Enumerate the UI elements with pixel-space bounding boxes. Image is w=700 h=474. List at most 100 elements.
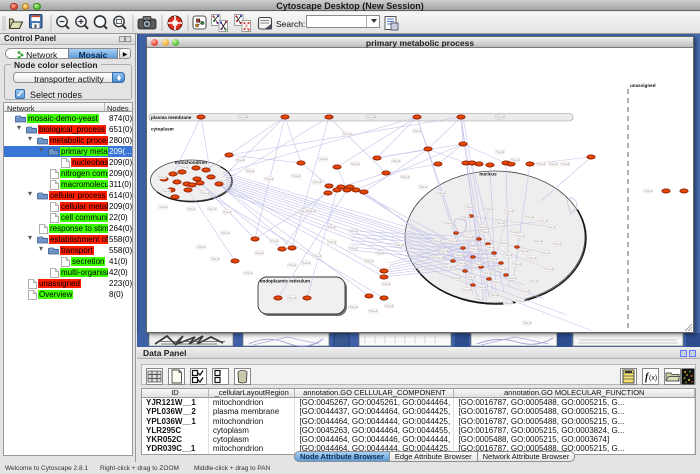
svg-text:Yxx-d: Yxx-d: [437, 191, 445, 195]
svg-text:Yxx-d: Yxx-d: [490, 293, 498, 297]
svg-text:Yxx-d: Yxx-d: [265, 177, 273, 181]
svg-text:Yxx-d: Yxx-d: [343, 132, 351, 136]
svg-text:Yxx-d: Yxx-d: [520, 249, 528, 253]
svg-text:Yxx-d: Yxx-d: [461, 215, 469, 219]
svg-text:Yxx-d: Yxx-d: [328, 240, 336, 244]
svg-text:Yxx-d: Yxx-d: [385, 304, 393, 308]
svg-text:Yxx-d: Yxx-d: [221, 231, 229, 235]
svg-text:Yxx-d: Yxx-d: [349, 229, 357, 233]
svg-text:Yxx-d: Yxx-d: [395, 243, 403, 247]
svg-text:Yxx-d: Yxx-d: [493, 280, 501, 284]
svg-text:Yxx-d: Yxx-d: [547, 225, 555, 229]
svg-text:Yxx-d: Yxx-d: [505, 209, 513, 213]
svg-text:Yxx-d: Yxx-d: [211, 257, 219, 261]
svg-text:endoplasmic reticulum: endoplasmic reticulum: [260, 279, 310, 284]
svg-text:Yxx-d: Yxx-d: [162, 189, 170, 193]
svg-text:Yxx-d: Yxx-d: [401, 175, 409, 179]
svg-text:Yxx-d: Yxx-d: [478, 225, 486, 229]
svg-text:Yxx-d: Yxx-d: [288, 263, 296, 267]
svg-text:Yxx-d: Yxx-d: [208, 207, 216, 211]
svg-text:Yxx-d: Yxx-d: [496, 150, 504, 154]
svg-text:Yxx-d: Yxx-d: [365, 259, 373, 263]
svg-text:Yxx-d: Yxx-d: [465, 235, 473, 239]
svg-text:Yxx-d: Yxx-d: [455, 253, 463, 257]
svg-text:Yxx-d: Yxx-d: [504, 253, 512, 257]
svg-text:Yxx-d: Yxx-d: [489, 257, 497, 261]
svg-text:Yxx-d: Yxx-d: [292, 174, 300, 178]
svg-text:Yxx-d: Yxx-d: [244, 271, 252, 275]
svg-text:Yxx-d: Yxx-d: [516, 299, 524, 303]
svg-text:Yxx-d: Yxx-d: [561, 162, 569, 166]
svg-text:Yxx-d: Yxx-d: [508, 276, 516, 280]
svg-text:Yxx-d: Yxx-d: [530, 279, 538, 283]
svg-text:Yxx-d: Yxx-d: [349, 305, 357, 309]
svg-text:Yxx-d: Yxx-d: [369, 309, 377, 313]
svg-text:Yxx-d: Yxx-d: [288, 296, 296, 300]
svg-text:Yxx-d: Yxx-d: [327, 225, 335, 229]
svg-text:Yxx-d: Yxx-d: [498, 267, 506, 271]
svg-text:Yxx-d: Yxx-d: [478, 285, 486, 289]
svg-text:Yxx-d: Yxx-d: [187, 207, 195, 211]
svg-text:Yxx-d: Yxx-d: [545, 267, 553, 271]
svg-text:Yxx-d: Yxx-d: [513, 262, 521, 266]
svg-text:Yxx-d: Yxx-d: [553, 242, 561, 246]
svg-text:Yxx-d: Yxx-d: [496, 115, 504, 119]
svg-text:Yxx-d: Yxx-d: [500, 241, 508, 245]
svg-text:Yxx-d: Yxx-d: [452, 276, 460, 280]
svg-text:nucleus: nucleus: [479, 172, 497, 177]
svg-text:Yxx-d: Yxx-d: [475, 297, 483, 301]
svg-text:Yxx-d: Yxx-d: [440, 249, 448, 253]
svg-text:Yxx-d: Yxx-d: [443, 265, 451, 269]
svg-text:cytoplasm: cytoplasm: [151, 127, 174, 132]
svg-text:Yxx-d: Yxx-d: [180, 165, 188, 169]
svg-text:Yxx-d: Yxx-d: [367, 115, 375, 119]
svg-text:Yxx-d: Yxx-d: [413, 129, 421, 133]
svg-text:Yxx-d: Yxx-d: [444, 221, 452, 225]
svg-text:Yxx-d: Yxx-d: [319, 157, 327, 161]
svg-text:Yxx-d: Yxx-d: [351, 162, 359, 166]
svg-text:Yxx-d: Yxx-d: [201, 191, 209, 195]
svg-text:Yxx-d: Yxx-d: [504, 301, 512, 305]
svg-text:Yxx-d: Yxx-d: [474, 262, 482, 266]
svg-text:Yxx-d: Yxx-d: [239, 115, 247, 119]
svg-text:Yxx-d: Yxx-d: [419, 185, 427, 189]
svg-text:Yxx-d: Yxx-d: [516, 234, 524, 238]
svg-text:Yxx-d: Yxx-d: [541, 251, 549, 255]
svg-text:Yxx-d: Yxx-d: [549, 162, 557, 166]
svg-text:Yxx-d: Yxx-d: [511, 158, 519, 162]
svg-text:Yxx-d: Yxx-d: [236, 158, 244, 162]
svg-text:Yxx-d: Yxx-d: [433, 239, 441, 243]
svg-text:Yxx-d: Yxx-d: [255, 251, 263, 255]
svg-text:Yxx-d: Yxx-d: [458, 261, 466, 265]
svg-text:Yxx-d: Yxx-d: [158, 175, 166, 179]
svg-text:Yxx-d: Yxx-d: [644, 189, 652, 193]
svg-text:Yxx-d: Yxx-d: [481, 230, 489, 234]
svg-text:Yxx-d: Yxx-d: [307, 209, 315, 213]
svg-text:Yxx-d: Yxx-d: [392, 159, 400, 163]
svg-text:unassigned: unassigned: [630, 83, 656, 88]
svg-text:Yxx-d: Yxx-d: [299, 209, 307, 213]
svg-text:Yxx-d: Yxx-d: [534, 239, 542, 243]
svg-text:Yxx-d: Yxx-d: [197, 245, 205, 249]
svg-text:Yxx-d: Yxx-d: [302, 261, 310, 265]
svg-text:Yxx-d: Yxx-d: [485, 207, 493, 211]
svg-text:Yxx-d: Yxx-d: [525, 215, 533, 219]
svg-text:Yxx-d: Yxx-d: [463, 288, 471, 292]
svg-text:Yxx-d: Yxx-d: [313, 254, 321, 258]
svg-text:Yxx-d: Yxx-d: [496, 221, 504, 225]
svg-text:Yxx-d: Yxx-d: [523, 321, 531, 325]
svg-text:Yxx-d: Yxx-d: [521, 289, 529, 293]
svg-text:Yxx-d: Yxx-d: [313, 180, 321, 184]
svg-text:Yxx-d: Yxx-d: [223, 210, 231, 214]
svg-text:Yxx-d: Yxx-d: [270, 239, 278, 243]
svg-text:Yxx-d: Yxx-d: [470, 247, 478, 251]
svg-text:Yxx-d: Yxx-d: [382, 282, 390, 286]
svg-text:Yxx-d: Yxx-d: [486, 245, 494, 249]
svg-text:Yxx-d: Yxx-d: [467, 275, 475, 279]
svg-text:Yxx-d: Yxx-d: [528, 256, 536, 260]
svg-text:Yxx-d: Yxx-d: [435, 256, 443, 260]
svg-text:Yxx-d: Yxx-d: [376, 251, 384, 255]
svg-text:Yxx-d: Yxx-d: [483, 271, 491, 275]
svg-text:Yxx-d: Yxx-d: [349, 246, 357, 250]
svg-text:Yxx-d: Yxx-d: [537, 162, 545, 166]
